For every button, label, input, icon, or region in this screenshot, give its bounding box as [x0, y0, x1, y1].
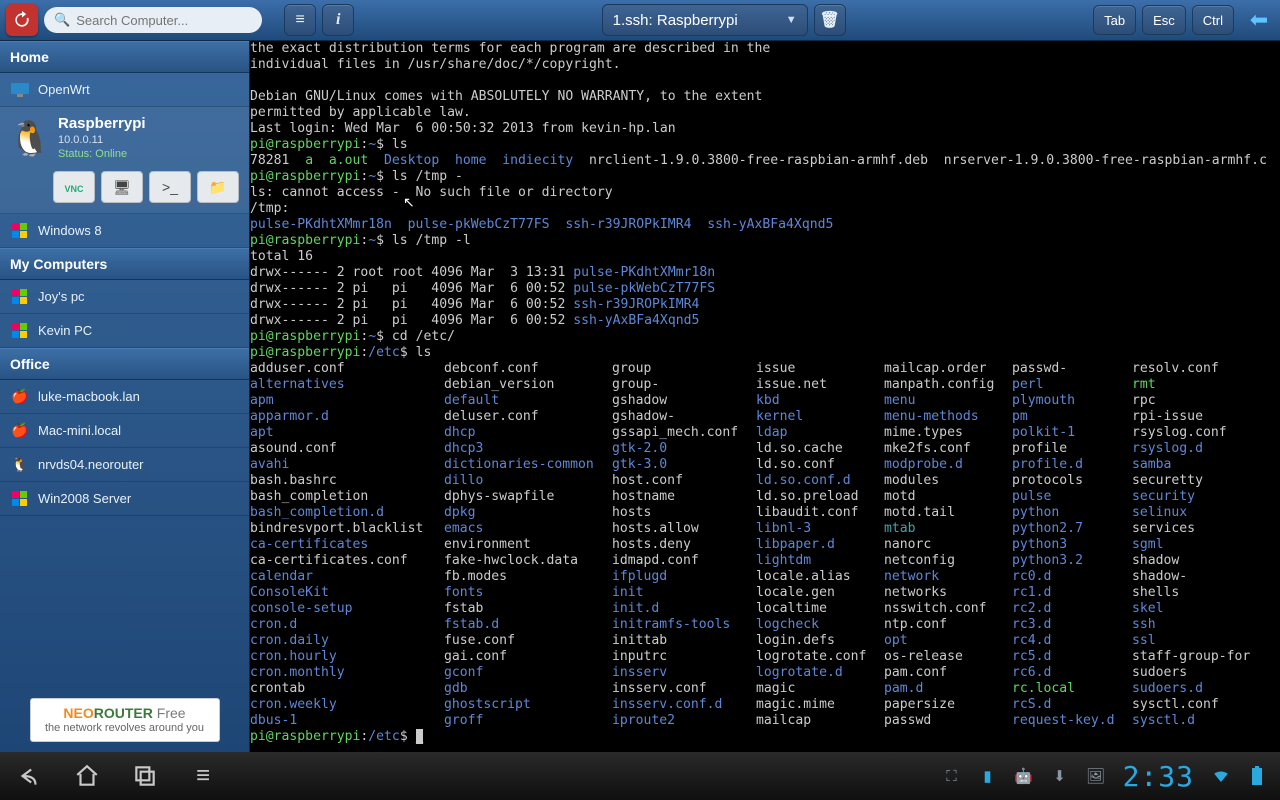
sidebar-item-label: Windows 8	[38, 223, 102, 238]
sidebar-item[interactable]: 🍎 Mac-mini.local	[0, 414, 249, 448]
sidebar-item[interactable]: 🍎 luke-macbook.lan	[0, 380, 249, 414]
ad-tagline: the network revolves around you	[45, 722, 204, 735]
host-name: Raspberrypi	[58, 115, 146, 132]
host-status: Status: Online	[58, 148, 146, 160]
ssh-icon[interactable]: >_	[149, 171, 191, 203]
sidebar-item-label: Joy's pc	[38, 289, 85, 304]
nav-recent-button[interactable]	[130, 761, 160, 791]
android-navbar: ≡ ⛶ ▮ 🤖 ⬇ 🖼 2:33	[0, 752, 1280, 800]
refresh-logo-icon	[12, 10, 32, 30]
top-toolbar: 🔍 ≡ i 1.ssh: Raspberrypi ▼ 🗑 Tab Esc Ctr…	[0, 0, 1280, 41]
delete-session-button[interactable]: 🗑	[814, 4, 846, 36]
status-clock: 2:33	[1123, 760, 1194, 793]
os-icon: 🍎	[10, 387, 30, 407]
sidebar-item[interactable]: OpenWrt	[0, 73, 249, 107]
os-icon: 🍎	[10, 421, 30, 441]
neorouter-ad[interactable]: NEOROUTER Free the network revolves arou…	[30, 698, 220, 742]
download-icon: ⬇	[1051, 767, 1069, 785]
info-button[interactable]: i	[322, 4, 354, 36]
os-icon	[10, 287, 30, 307]
sidebar-item-label: luke-macbook.lan	[38, 389, 140, 404]
android-debug-icon: 🤖	[1015, 767, 1033, 785]
home-icon	[74, 763, 100, 789]
vnc-icon[interactable]: VNC	[53, 171, 95, 203]
ssh-icon: >_	[162, 179, 178, 195]
host-ip: 10.0.0.11	[58, 134, 146, 146]
ctrl-key-button[interactable]: Ctrl	[1192, 5, 1234, 35]
image-notif-icon: 🖼	[1087, 767, 1105, 785]
os-icon	[10, 80, 30, 100]
sidebar-item[interactable]: Joy's pc	[0, 280, 249, 314]
esc-key-button[interactable]: Esc	[1142, 5, 1186, 35]
back-icon	[16, 763, 42, 789]
sidebar-item[interactable]: 🐧 nrvds04.neorouter	[0, 448, 249, 482]
vnc-icon: VNC	[64, 179, 83, 195]
sidebar-section-mycomputers: My Computers	[0, 248, 249, 280]
ad-brand: NEOROUTER Free	[63, 705, 185, 722]
search-icon: 🔍	[54, 12, 70, 28]
sidebar-item-label: nrvds04.neorouter	[38, 457, 144, 472]
wifi-icon	[1212, 767, 1230, 785]
battery-charging-icon: ▮	[979, 767, 997, 785]
rdp-icon[interactable]: 🖥	[101, 171, 143, 203]
menu-lines-icon: ≡	[196, 762, 210, 790]
sidebar-item[interactable]: Win2008 Server	[0, 482, 249, 516]
info-icon: i	[336, 11, 340, 29]
sidebar: Home OpenWrt 🐧 Raspberrypi 10.0.0.11 Sta…	[0, 41, 250, 752]
os-icon	[10, 221, 30, 241]
fullscreen-icon[interactable]: ⛶	[943, 767, 961, 785]
app-logo-button[interactable]	[6, 4, 38, 36]
sidebar-section-office: Office	[0, 348, 249, 380]
search-input[interactable]	[76, 13, 252, 28]
sidebar-section-home: Home	[0, 41, 249, 73]
menu-button[interactable]: ≡	[284, 4, 316, 36]
sidebar-item-label: OpenWrt	[38, 82, 90, 97]
sidebar-item[interactable]: Kevin PC	[0, 314, 249, 348]
ftp-icon: 📁	[209, 179, 226, 196]
battery-icon	[1248, 767, 1266, 785]
tab-key-button[interactable]: Tab	[1093, 5, 1136, 35]
sidebar-item[interactable]: Windows 8	[0, 214, 249, 248]
sidebar-item-raspberrypi-expanded[interactable]: 🐧 Raspberrypi 10.0.0.11 Status: Online V…	[0, 107, 249, 214]
back-arrow-button[interactable]: ⬅	[1244, 5, 1274, 35]
os-icon: 🐧	[10, 455, 30, 475]
search-box[interactable]: 🔍	[44, 7, 262, 33]
recent-apps-icon	[132, 763, 158, 789]
os-icon	[10, 321, 30, 341]
sidebar-item-label: Kevin PC	[38, 323, 92, 338]
nav-menu-button[interactable]: ≡	[188, 761, 218, 791]
session-label: 1.ssh: Raspberrypi	[613, 12, 738, 29]
sidebar-item-label: Win2008 Server	[38, 491, 131, 506]
session-dropdown[interactable]: 1.ssh: Raspberrypi ▼	[602, 4, 808, 36]
nav-home-button[interactable]	[72, 761, 102, 791]
arrow-left-icon: ⬅	[1250, 7, 1268, 33]
rdp-icon: 🖥	[113, 179, 131, 196]
sidebar-item-label: Mac-mini.local	[38, 423, 121, 438]
chevron-down-icon: ▼	[786, 14, 797, 26]
nav-back-button[interactable]	[14, 761, 44, 791]
hamburger-icon: ≡	[296, 11, 305, 29]
ftp-icon[interactable]: 📁	[197, 171, 239, 203]
linux-tux-icon: 🐧	[10, 115, 50, 163]
trash-icon: 🗑	[820, 10, 840, 30]
terminal-view[interactable]: the exact distribution terms for each pr…	[250, 41, 1280, 752]
os-icon	[10, 489, 30, 509]
